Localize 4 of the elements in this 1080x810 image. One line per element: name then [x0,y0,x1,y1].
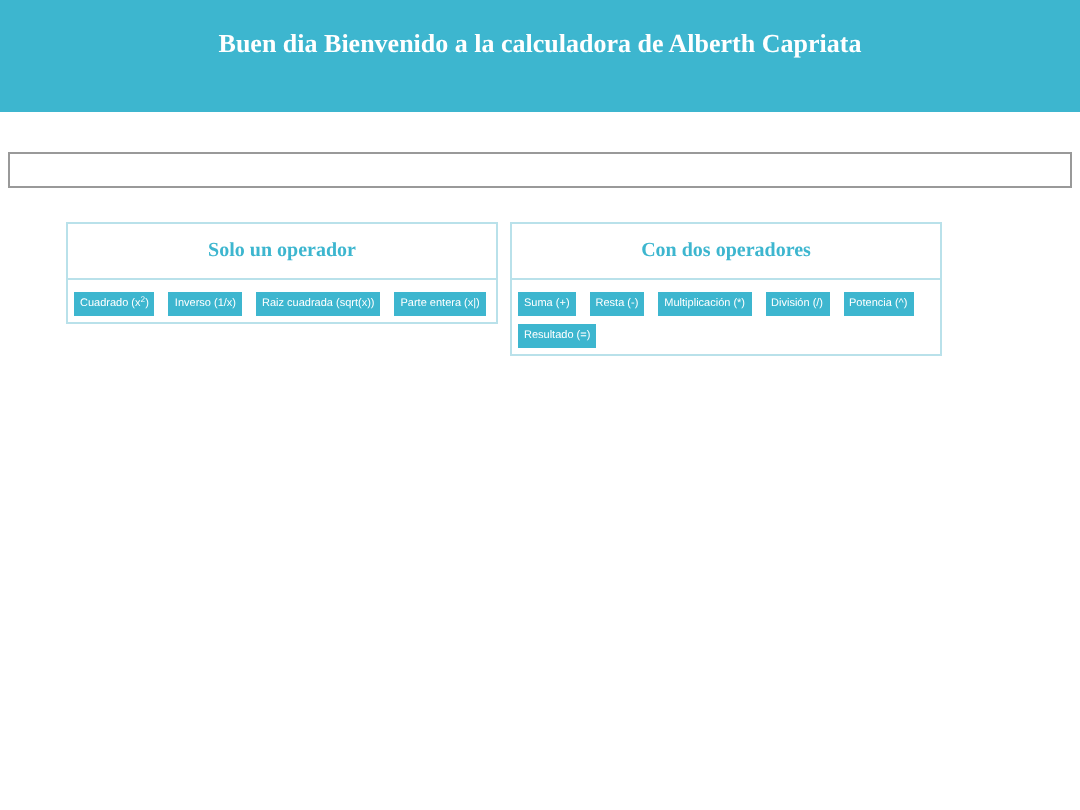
panel-title: Solo un operador [208,238,356,266]
panel-title: Con dos operadores [641,238,811,266]
display-field[interactable] [8,152,1072,188]
page-title: Buen dia Bienvenido a la calculadora de Alberth Capriata [218,26,862,62]
